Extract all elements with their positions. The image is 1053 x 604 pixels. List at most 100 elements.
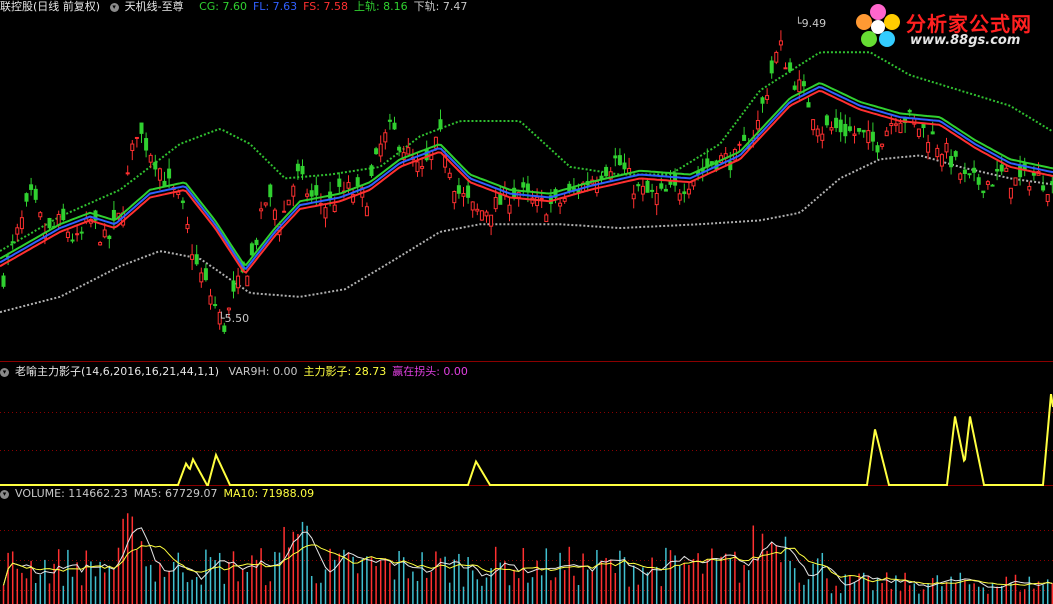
candle-body (139, 122, 144, 134)
upper-band-line (0, 51, 1053, 252)
candle-body (203, 268, 208, 281)
candle-body (282, 210, 287, 213)
candle-body (107, 235, 112, 240)
candle-body (654, 193, 659, 206)
candle-body (875, 145, 880, 153)
candle-body (346, 182, 351, 189)
candle-body (383, 132, 388, 143)
candle-body (760, 97, 765, 104)
dropdown-circle-icon[interactable]: ▾ (109, 2, 119, 12)
candle-body (15, 227, 20, 235)
flower-icon (856, 4, 900, 47)
candle-body (226, 307, 231, 311)
chart-canvas[interactable] (0, 0, 1053, 604)
candle-body (148, 154, 153, 163)
candle-body (406, 147, 411, 155)
candle-body (737, 143, 742, 146)
candle-body (470, 201, 475, 211)
candle-body (337, 178, 342, 187)
candle-body (245, 275, 250, 287)
candle-body (208, 295, 213, 305)
candle-body (870, 131, 875, 142)
main-value-4: 下轨: 7.47 (413, 0, 468, 13)
candle-body (295, 163, 300, 172)
candle-body (484, 211, 489, 217)
candle-body (930, 131, 935, 135)
indicator-values: VAR9H: 0.00 主力影子: 28.73 赢在拐头: 0.00 (229, 365, 474, 378)
candle-body (24, 193, 29, 202)
candle-body (314, 185, 319, 196)
candle-body (461, 193, 466, 197)
candle-body (70, 239, 75, 242)
logo-url: www.88gs.com (910, 33, 1021, 48)
candle-body (323, 207, 328, 219)
candle-body (1018, 164, 1023, 178)
candle-body (33, 188, 38, 200)
candle-body (953, 151, 958, 157)
volume-value-2: MA10: 71988.09 (223, 487, 315, 500)
candle-body (447, 172, 452, 179)
candle-body (1013, 177, 1018, 186)
candle-body (755, 120, 760, 130)
candle-body (1031, 172, 1036, 176)
candle-body (944, 142, 949, 153)
candle-body (558, 202, 563, 207)
candle-body (811, 119, 816, 131)
candle-body (935, 147, 940, 158)
main-panel-header: 联控股(日线 前复权) ▾ 天机线-至尊 CG: 7.60 FL: 7.63 FS: … (0, 0, 479, 14)
candle-body (824, 115, 829, 126)
indicator-value-1: 主力影子: 28.73 (303, 365, 387, 378)
candle-body (788, 62, 793, 72)
candle-body (806, 102, 811, 108)
candle-body (162, 180, 167, 187)
candle-body (958, 173, 963, 180)
candle-body (75, 233, 80, 236)
candle-body (880, 143, 885, 147)
candle-body (47, 217, 52, 229)
candle-body (364, 206, 369, 217)
candle-body (378, 143, 383, 157)
low-label: └5.50 (218, 312, 250, 325)
candle-body (663, 188, 668, 192)
candle-body (387, 119, 392, 122)
candle-body (617, 155, 622, 166)
indicator-selector[interactable]: ▾ 天机线-至尊 (109, 0, 190, 13)
candle-body (1, 275, 6, 287)
candle-body (507, 204, 512, 214)
candle-body (636, 184, 641, 187)
candle-body (475, 208, 480, 212)
candle-body (466, 185, 471, 198)
candle-body (792, 85, 797, 90)
candle-body (305, 193, 310, 197)
dropdown-circle-icon[interactable]: ▾ (0, 367, 9, 377)
candle-body (673, 173, 678, 186)
candle-body (286, 199, 291, 206)
volume-ma5-line (3, 527, 1053, 589)
volume-panel-header: ▾ VOLUME: 114662.23 MA5: 67729.07 MA10: 719… (0, 487, 326, 501)
high-label: └9.49 (795, 17, 827, 30)
candle-body (939, 154, 944, 167)
candle-body (392, 122, 397, 130)
candle-body (650, 189, 655, 192)
candle-body (613, 155, 618, 159)
candle-body (479, 210, 484, 221)
candle-body (236, 275, 241, 289)
candle-body (180, 200, 185, 204)
candle-body (898, 122, 903, 134)
candle-body (190, 254, 195, 260)
candle-body (254, 239, 259, 246)
main-value-0: CG: 7.60 (199, 0, 247, 13)
candle-body (153, 161, 158, 170)
main-value-3: 上轨: 8.16 (353, 0, 408, 13)
candle-body (493, 197, 498, 210)
indicator-value-2: 赢在拐头: 0.00 (392, 365, 468, 378)
dropdown-circle-icon[interactable]: ▾ (0, 489, 9, 499)
candle-body (686, 188, 691, 195)
candle-body (259, 208, 264, 212)
candle-body (61, 208, 66, 221)
candle-body (852, 133, 857, 136)
candle-body (838, 119, 843, 133)
candle-body (769, 60, 774, 74)
candle-body (857, 128, 862, 132)
candle-body (374, 148, 379, 155)
